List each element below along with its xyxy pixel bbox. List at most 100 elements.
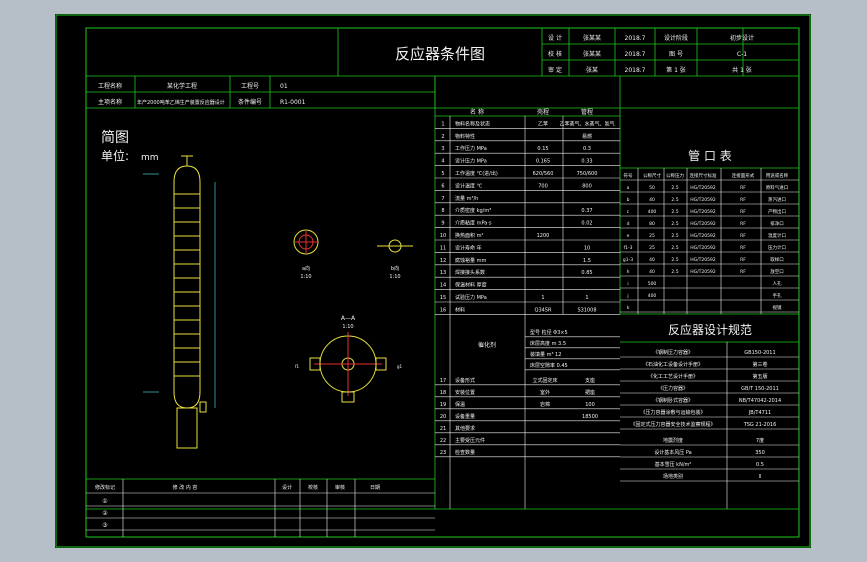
design-row-name: 工作压力 MPa [455,145,487,152]
detail-view-b: b向 1:10 [377,239,413,280]
nozzle-cell: 产物出口 [768,208,786,215]
nozzle-cell: 放空口 [770,268,784,275]
spec-title: 反应器设计规范 [668,322,752,337]
design-row-tube: 易燃 [582,133,592,140]
design-row-name: 设计温度 ℃ [455,182,483,189]
design-row-shell: 1 [541,295,544,301]
nozzle-cell: 80 [649,221,655,227]
design-row-number: 10 [440,233,446,239]
nozzle-cell: 视镜 [773,304,782,311]
environment-value: II [759,474,762,480]
cad-drawing: 反应器条件图 设 计张某某 2018.7 设计阶段 初步设计校 核张某某 2018.7 图… [55,14,811,548]
sign-date: 2018.7 [625,51,646,58]
nozzle-cell: 蒸汽进口 [768,196,786,203]
design-row-shell: 620/560 [533,171,554,177]
design-row-number: 8 [441,208,444,214]
revision-mark: ② [102,510,108,517]
revision-header: 审核 [335,484,345,491]
design-row-tube: 0.33 [581,159,592,165]
design-row-shell: 乙苯 [538,120,548,127]
design-row-name: 设备重量 [455,413,475,420]
catalyst-row: 床层高度 m 3.5 [530,340,566,347]
detail-a-label: a向 [302,265,310,272]
nozzle-cell: h [627,269,630,275]
design-row-number: 15 [440,295,446,301]
design-row-name: 焊接接头系数 [455,269,485,276]
design-row-number: 18 [440,390,446,396]
nozzle-cell: 2.5 [671,257,678,263]
detail-b-label: b向 [391,265,399,272]
sign-role: 设 计 [548,34,562,42]
nozzle-cell: 手孔 [773,292,782,299]
nozzle-cell: 25 [649,245,655,251]
revision-table: 修改标记 修 改 内 容 设计 校核 审核 日期 ① ② ③ [86,478,799,537]
design-row-number: 1 [441,121,444,127]
environment-value: 350 [755,450,765,456]
title-block: 反应器条件图 设 计张某某 2018.7 设计阶段 初步设计校 核张某某 2018.7 图… [86,28,799,77]
unit-label: 单位: [101,148,129,163]
design-row-tube: 0.85 [581,270,592,276]
nozzle-cell: 2.5 [671,185,678,191]
sign-name: 张某 [586,66,598,74]
nozzle-cell: 40 [649,197,655,203]
design-row-tube: 10 [584,245,590,251]
design-row-number: 14 [440,283,446,289]
nozzle-cell: HG/T20592 [690,221,716,227]
nozzle-table: 管 口 表符号 公称尺寸 公称压力 连接尺寸标准 连接面形式 用途或名称 a 50 2.5 HG/… [620,148,799,314]
nozzle-cell: 40 [649,257,655,263]
nozzle-cell: 2.5 [671,245,678,251]
nozzle-cell: 400 [648,293,657,299]
nozzle-cell: RF [740,257,746,263]
design-row-shell: 0.165 [536,159,550,165]
nozzle-cell: 2.5 [671,233,678,239]
nozzle-cell: 500 [648,281,657,287]
design-row-tube: 1 [585,295,588,301]
revision-mark: ③ [102,522,107,529]
nozzle-cell: 25 [649,233,655,239]
design-header: 管程 [581,108,593,116]
revision-header: 设计 [282,484,292,491]
catalyst-row: 装填量 m³ 12 [530,351,561,358]
design-row-number: 23 [440,450,446,456]
design-row-number: 21 [440,426,446,432]
design-row-value: 立式固定床 [532,377,557,384]
nozzle-cell: HG/T20592 [690,197,716,203]
design-row-name: 保温 [455,401,465,408]
nozzle-cell: RF [740,233,746,239]
design-spec-table: 反应器设计规范《钢制压力容器》 GB150-2011 《石油化工设备设计手册》 第三卷… [620,322,799,509]
design-row-number: 3 [441,146,444,152]
design-row-number: 11 [440,245,446,251]
nozzle-cell: HG/T20592 [690,233,716,239]
nozzle-title: 管 口 表 [688,148,732,163]
design-row-tube: 800 [582,183,592,189]
nozzle-cell: d [627,221,630,227]
project-name-value: 某化学工程 [167,82,197,90]
nozzle-header: 连接面形式 [732,172,755,179]
nozzle-cell: HG/T20592 [690,269,716,275]
nozzle-cell: 人孔 [773,280,782,287]
revision-header: 日期 [370,485,380,491]
design-row-extra: 100 [585,402,595,408]
spec-code: TSG 21-2016 [743,422,777,428]
design-row-number: 22 [440,438,446,444]
nozzle-cell: c [627,210,630,215]
design-row-name: 保温材料 厚度 [455,282,487,289]
sign-date: 2018.7 [625,67,646,74]
design-row-name: 流量 m³/h [455,195,478,202]
vessel-elevation [143,155,216,449]
environment-value: 7度 [756,437,764,444]
revision-header: 修 改 内 容 [173,484,198,491]
drawing-label: 简图 [101,129,129,146]
project-strip: 工程名称 某化学工程 工程号 01 主项名称 年产2000吨苯乙烯生产装置反应器… [86,76,436,109]
design-row-name: 换热面积 m² [455,232,483,239]
item-value: 01 [280,83,288,90]
nozzle-cell: e [627,234,630,239]
nozzle-cell: 40 [649,269,655,275]
design-row-name: 设计寿命 年 [455,244,482,251]
nozzle-cell: 2.5 [671,221,678,227]
revision-mark: ① [102,498,107,505]
design-row-name: 安装位置 [455,389,475,396]
nozzle-c [199,401,207,413]
design-row-number: 12 [440,258,446,264]
catalyst-row: 床层空隙率 0.45 [530,362,568,369]
